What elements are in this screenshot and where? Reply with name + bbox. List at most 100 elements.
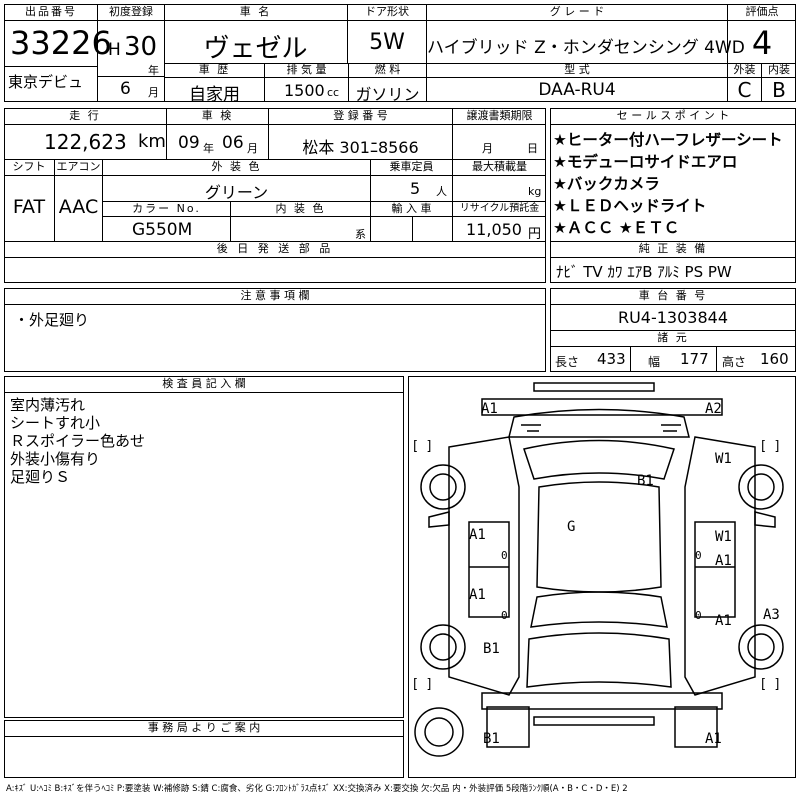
standard-equipment-label: 純 正 装 備 [638,242,708,255]
max-load-unit: kg [528,185,542,198]
registration-year: 30 [124,32,158,62]
registration-number: 松本 301ﾆ8566 [302,138,419,157]
fuel-label: 燃 料 [374,63,401,76]
damage-mark: A1 [715,553,732,569]
transfer-day-unit: 日 [527,142,538,155]
car-damage-diagram: A1 A2 B1 W1 G A1 A1 W1 A1 A1 A3 B1 B1 A1… [408,376,796,778]
color-number-label: カラー No. [132,202,201,215]
width-label: 幅 [648,355,661,369]
history-label: 車 歴 [198,63,231,76]
exterior-color-label: 外 装 色 [211,160,262,173]
recycle-fee-label: リサイクル預託金 [459,203,540,214]
era: H [108,40,121,60]
interior-label: 内装 [768,63,790,76]
damage-mark: A1 [705,731,722,747]
inspector-label: 検 査 員 記 入 欄 [162,377,246,390]
chassis-number-label: 車 台 番 号 [638,289,708,302]
sales-point: ★モデューロサイドエアロ [553,153,738,171]
aircon: AAC [58,196,99,218]
interior-color-label: 内 装 色 [275,202,326,215]
later-parts-label: 後 日 発 送 部 品 [216,242,334,255]
inspector-line: 室内薄汚れ [10,396,86,414]
inspector-line: Ｒスポイラー色あせ [10,432,146,450]
inspector-line: 外装小傷有り [10,450,101,468]
interior-color-unit: 系 [355,228,366,241]
damage-mark: A1 [481,401,498,417]
aircon-label: エアコン [56,160,101,173]
bracket-left-bottom: [ ] [413,677,432,692]
car-name-label: 車 名 [239,5,272,18]
debut-label: 東京デビュ [8,73,84,91]
fuel: ガソリン [355,85,420,104]
car-outline [414,382,784,757]
damage-mark: B1 [637,473,654,489]
bracket-left-top: [ ] [413,439,432,454]
chassis-number: RU4-1303844 [617,308,729,327]
notes-label: 注 意 事 項 欄 [240,289,310,302]
damage-mark: G [567,519,576,535]
sales-point: ★ＡＣＣ ★ＥＴＣ [553,219,680,237]
standard-equipment: ﾅﾋﾞ TV ｶﾜ ｴｱB ｱﾙﾐ PS PW [556,263,732,281]
sales-point: ★バックカメラ [553,175,660,193]
door-type: 5W [369,30,405,55]
inspection-label: 車 検 [201,109,234,122]
damage-mark: B1 [483,641,500,657]
damage-mark: W1 [715,529,732,545]
legend: A:ｷｽﾞ U:ﾍｺﾐ B:ｷｽﾞを伴うﾍｺﾐ P:要塗装 W:補修跡 S:錆 … [6,784,628,794]
door-label: ドア形状 [365,5,409,18]
damage-mark: W1 [715,451,732,467]
sales-point: ★ヒーター付ハーフレザーシート [553,131,783,149]
bracket-right-top: [ ] [761,439,780,454]
office-label: 事 務 局 よ り ご 案 内 [147,721,261,734]
capacity-unit: 人 [436,185,447,198]
bracket-right-bottom: [ ] [761,677,780,692]
inspection-year-unit: 年 [203,142,214,155]
length-label: 長さ [555,355,580,369]
height-label: 高さ [722,355,747,369]
inspection-month: 06 [222,133,244,153]
model-code: DAA-RU4 [538,80,616,100]
transfer-month-unit: 月 [482,142,493,155]
score-label: 評価点 [745,5,779,18]
color-number: G550M [132,220,193,240]
inspector-line: 足廻りＳ [10,468,71,486]
damage-mark: 0 [501,609,508,622]
damage-mark: A1 [715,613,732,629]
mileage: 122,623 [44,130,127,154]
inspection-year: 09 [178,133,200,153]
sales-points-label: セ ー ル ス ポ イ ン ト [616,109,730,122]
history: 自家用 [189,85,240,105]
displacement-unit: cc [327,86,340,99]
interior-score: B [772,78,786,102]
damage-mark: B1 [483,731,500,747]
registration-number-label: 登 録 番 号 [333,109,388,122]
damage-mark: 0 [695,549,702,562]
notes-text: ・外足廻り [14,311,90,329]
sales-point: ★ＬＥＤヘッドライト [553,197,707,215]
grade: ハイブリッド Z・ホンダセンシング 4WD [427,38,745,58]
shift: FAT [12,196,46,218]
max-load-label: 最大積載量 [472,160,527,173]
width: 177 [680,350,709,368]
grade-label: グ レ ー ド [549,5,605,18]
lot-number: 33226 [10,24,112,62]
recycle-fee: 11,050 [466,220,522,239]
height: 160 [760,350,789,368]
lot-number-label: 出品番号 [25,5,77,18]
transfer-deadline-label: 譲渡書類期限 [466,109,533,122]
inspection-month-unit: 月 [247,142,258,155]
month-unit: 月 [148,86,159,99]
damage-mark: 0 [695,609,702,622]
displacement: 1500 [284,81,325,100]
damage-mark: A1 [469,527,486,543]
capacity: 5 [410,179,421,198]
specs-label: 諸 元 [657,331,689,344]
score: 4 [751,24,773,62]
displacement-label: 排 気 量 [286,63,327,76]
inspector-line: シートすれ小 [10,414,101,432]
registration-month: 6 [120,79,131,99]
damage-mark: 0 [501,549,508,562]
mileage-label: 走 行 [69,109,101,122]
damage-mark: A1 [469,587,486,603]
shift-label: シフト [12,160,46,173]
